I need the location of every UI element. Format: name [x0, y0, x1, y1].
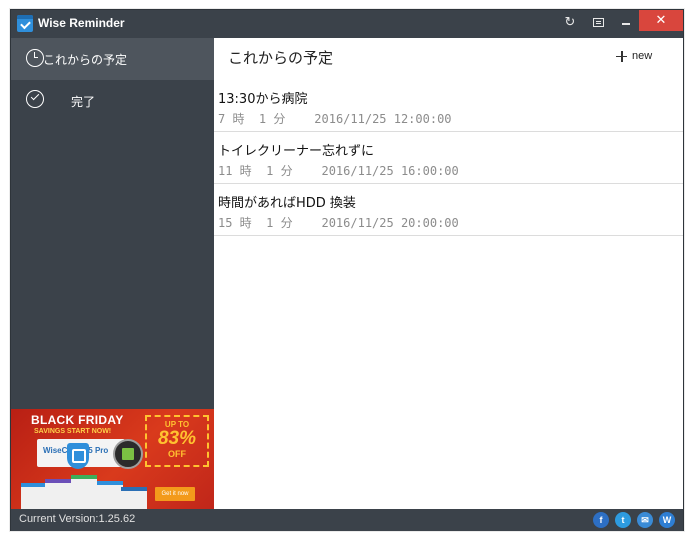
ad-product-boxes	[15, 473, 147, 509]
list-item[interactable]: 時間があればHDD 換装 15 時 1 分 2016/11/25 20:00:0…	[214, 184, 683, 236]
reminder-remaining: 15 時 1 分	[218, 216, 293, 230]
wise-icon[interactable]: W	[659, 512, 675, 528]
ad-percent: 83%	[157, 428, 197, 449]
menu-icon	[592, 17, 604, 27]
reminder-remaining: 7 時 1 分	[218, 112, 286, 126]
app-window: Wise Reminder ↻ ✕ これからの予定 完了 BLACK FRIDA…	[10, 9, 684, 531]
ad-off: OFF	[168, 449, 186, 459]
sidebar-item-label: これからの予定	[43, 53, 128, 67]
minimize-button[interactable]	[613, 10, 639, 34]
plus-icon	[616, 50, 627, 62]
list-item[interactable]: 13:30から病院 7 時 1 分 2016/11/25 12:00:00	[214, 80, 683, 132]
sidebar-item-upcoming[interactable]: これからの予定	[11, 38, 214, 80]
refresh-icon[interactable]: ↻	[557, 10, 583, 34]
mail-icon[interactable]: ✉	[637, 512, 653, 528]
reminder-title: 13:30から病院	[218, 92, 308, 107]
reminder-remaining: 11 時 1 分	[218, 164, 293, 178]
reminder-datetime: 2016/11/25 12:00:00	[314, 112, 452, 126]
sidebar-item-label: 完了	[71, 95, 96, 109]
status-bar: Current Version:1.25.62 f t ✉ W	[11, 509, 683, 531]
app-logo-icon	[17, 15, 33, 32]
new-label: new	[632, 50, 653, 62]
app-title: Wise Reminder	[38, 16, 125, 30]
reminder-meta: 15 時 1 分 2016/11/25 20:00:00	[218, 214, 459, 231]
facebook-icon[interactable]: f	[593, 512, 609, 528]
shield-icon	[67, 443, 89, 469]
menu-button[interactable]	[585, 10, 611, 34]
twitter-icon[interactable]: t	[615, 512, 631, 528]
reminder-title: トイレクリーナー忘れずに	[218, 144, 375, 159]
new-reminder-button[interactable]: new	[616, 47, 652, 65]
reminder-title: 時間があればHDD 換装	[218, 196, 356, 211]
minimize-icon	[622, 23, 630, 25]
reminder-meta: 7 時 1 分 2016/11/25 12:00:00	[218, 110, 452, 127]
sidebar-item-completed[interactable]: 完了	[11, 80, 214, 122]
reminder-meta: 11 時 1 分 2016/11/25 16:00:00	[218, 162, 459, 179]
title-bar[interactable]: Wise Reminder ↻ ✕	[11, 10, 683, 38]
page-title: これからの予定	[228, 49, 334, 67]
sidebar: これからの予定 完了 BLACK FRIDAY SAVINGS START NO…	[11, 38, 214, 509]
version-label: Current Version:1.25.62	[19, 513, 136, 525]
ad-title: BLACK FRIDAY	[31, 413, 124, 427]
ad-cta-button[interactable]: Get it now	[155, 487, 195, 501]
reminder-datetime: 2016/11/25 20:00:00	[321, 216, 459, 230]
reminder-datetime: 2016/11/25 16:00:00	[321, 164, 459, 178]
promo-banner[interactable]: BLACK FRIDAY SAVINGS START NOW! WiseCare…	[11, 409, 214, 509]
close-button[interactable]: ✕	[639, 10, 683, 31]
check-circle-icon	[26, 90, 44, 108]
main-panel: これからの予定 new 13:30から病院 7 時 1 分 2016/11/25…	[214, 38, 683, 509]
clock-icon	[26, 49, 44, 67]
reminder-list: 13:30から病院 7 時 1 分 2016/11/25 12:00:00 トイ…	[214, 80, 683, 236]
chip-icon	[113, 439, 143, 469]
list-item[interactable]: トイレクリーナー忘れずに 11 時 1 分 2016/11/25 16:00:0…	[214, 132, 683, 184]
ad-subtitle: SAVINGS START NOW!	[34, 428, 112, 435]
ad-offer: UP TO 83% OFF	[145, 415, 209, 467]
